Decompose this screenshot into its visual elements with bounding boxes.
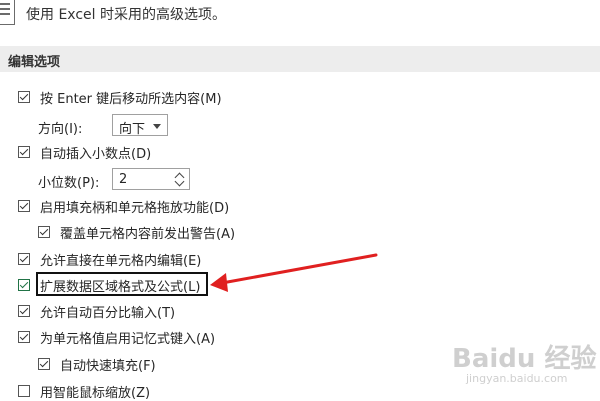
watermark-url: jingyan.baidu.com [466, 372, 568, 385]
watermark-brand: Baidu 经验 [452, 344, 597, 374]
